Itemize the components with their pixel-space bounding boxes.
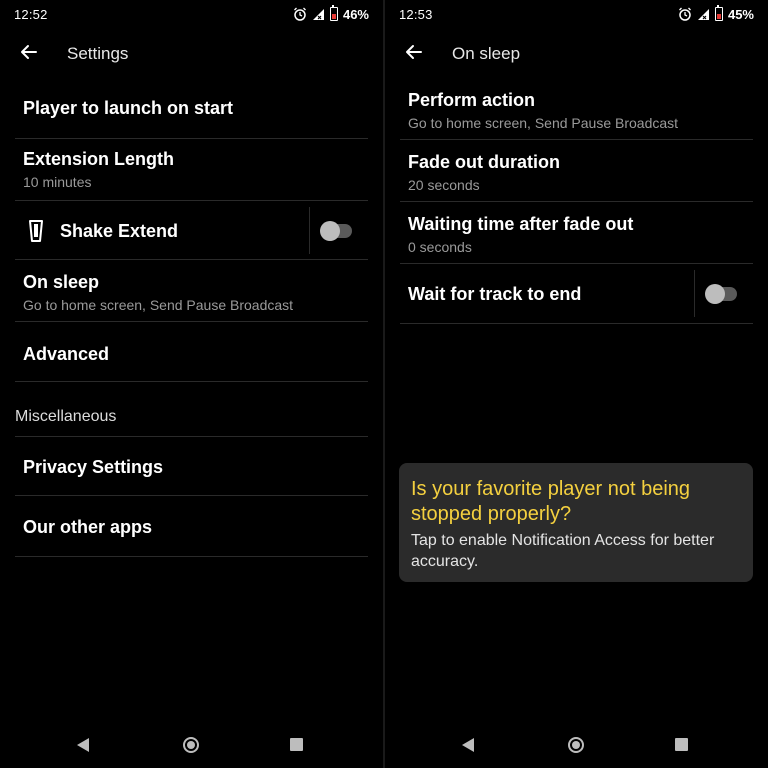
nav-recent-icon[interactable] bbox=[290, 738, 303, 751]
list-item-player-launch[interactable]: Player to launch on start bbox=[15, 80, 368, 139]
item-title: Shake Extend bbox=[60, 221, 179, 241]
card-body: Tap to enable Notification Access for be… bbox=[411, 532, 715, 570]
alarm-icon bbox=[679, 7, 691, 21]
item-title: Advanced bbox=[23, 344, 110, 364]
status-bar: 12:52 46% bbox=[0, 0, 383, 28]
divider bbox=[309, 207, 310, 254]
shake-extend-toggle[interactable] bbox=[320, 221, 352, 241]
signal-icon bbox=[697, 8, 709, 20]
nav-bar bbox=[0, 722, 383, 768]
list-item-on-sleep[interactable]: On sleep Go to home screen, Send Pause B… bbox=[15, 260, 368, 322]
list-item-perform-action[interactable]: Perform action Go to home screen, Send P… bbox=[400, 78, 753, 140]
card-title: Is your favorite player not being stoppe… bbox=[411, 478, 691, 525]
list-item-privacy[interactable]: Privacy Settings bbox=[15, 437, 368, 496]
section-header-misc: Miscellaneous bbox=[15, 382, 368, 437]
back-arrow-icon[interactable] bbox=[401, 39, 427, 65]
item-title: On sleep bbox=[23, 272, 100, 292]
phone-shake-icon bbox=[29, 220, 43, 242]
settings-list: Player to launch on start Extension Leng… bbox=[15, 80, 368, 557]
nav-back-icon[interactable] bbox=[77, 738, 89, 752]
nav-recent-icon[interactable] bbox=[675, 738, 688, 751]
app-bar: Settings bbox=[0, 36, 383, 70]
on-sleep-screen: 12:53 45% On sleep Perform action Go to … bbox=[385, 0, 768, 768]
status-bar: 12:53 45% bbox=[385, 0, 768, 28]
list-item-advanced[interactable]: Advanced bbox=[15, 322, 368, 382]
alarm-icon bbox=[294, 7, 306, 21]
item-title: Waiting time after fade out bbox=[408, 214, 634, 234]
item-title: Our other apps bbox=[23, 517, 153, 537]
item-title: Privacy Settings bbox=[23, 457, 164, 477]
item-subtitle: 20 seconds bbox=[408, 177, 480, 193]
list-item-fade-out[interactable]: Fade out duration 20 seconds bbox=[400, 140, 753, 202]
page-title: On sleep bbox=[452, 44, 521, 63]
item-title: Wait for track to end bbox=[408, 284, 582, 304]
list-item-other-apps[interactable]: Our other apps bbox=[15, 496, 368, 557]
back-arrow-icon[interactable] bbox=[16, 39, 42, 65]
app-bar: On sleep bbox=[385, 36, 768, 70]
list-item-wait-track-end[interactable]: Wait for track to end bbox=[400, 264, 753, 324]
item-title: Fade out duration bbox=[408, 152, 560, 172]
list-item-waiting-time[interactable]: Waiting time after fade out 0 seconds bbox=[400, 202, 753, 264]
wait-track-toggle[interactable] bbox=[705, 284, 737, 304]
battery-icon bbox=[714, 5, 723, 21]
item-title: Extension Length bbox=[23, 149, 175, 169]
nav-home-icon[interactable] bbox=[183, 737, 199, 753]
item-title: Perform action bbox=[408, 90, 536, 110]
battery-percent: 46% bbox=[342, 6, 369, 22]
status-time: 12:52 bbox=[14, 7, 48, 22]
divider bbox=[694, 270, 695, 317]
page-title: Settings bbox=[67, 44, 129, 63]
item-subtitle: 0 seconds bbox=[408, 239, 472, 255]
item-subtitle: Go to home screen, Send Pause Broadcast bbox=[23, 297, 294, 313]
on-sleep-list: Perform action Go to home screen, Send P… bbox=[400, 78, 753, 324]
list-item-extension-length[interactable]: Extension Length 10 minutes bbox=[15, 139, 368, 201]
item-subtitle: 10 minutes bbox=[23, 174, 92, 190]
nav-back-icon[interactable] bbox=[462, 738, 474, 752]
settings-screen: 12:52 46% Settings Player to launch on s… bbox=[0, 0, 383, 768]
status-time: 12:53 bbox=[399, 7, 433, 22]
section-title: Miscellaneous bbox=[15, 408, 117, 425]
list-item-shake-extend[interactable]: Shake Extend bbox=[15, 201, 368, 260]
battery-icon bbox=[329, 5, 338, 21]
item-subtitle: Go to home screen, Send Pause Broadcast bbox=[408, 115, 679, 131]
battery-percent: 45% bbox=[727, 6, 754, 22]
signal-icon bbox=[312, 8, 324, 20]
nav-bar bbox=[385, 722, 768, 768]
item-title: Player to launch on start bbox=[23, 98, 234, 118]
nav-home-icon[interactable] bbox=[568, 737, 584, 753]
notification-access-card[interactable]: Is your favorite player not being stoppe… bbox=[399, 463, 753, 582]
